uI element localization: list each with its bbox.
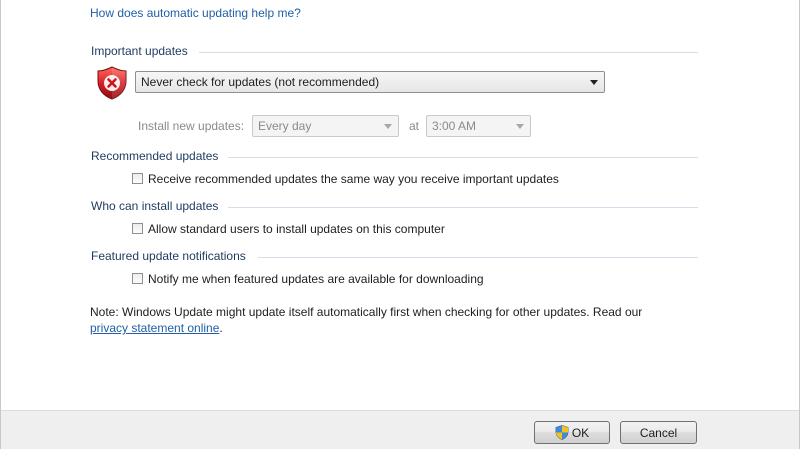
privacy-statement-link[interactable]: privacy statement online [90, 321, 219, 335]
windows-update-settings-window: How does automatic updating help me? Imp… [0, 0, 800, 449]
install-day-value: Every day [258, 119, 312, 133]
group-divider [228, 157, 698, 158]
install-day-dropdown[interactable]: Every day [252, 115, 399, 137]
note-suffix: . [219, 321, 223, 335]
recommended-updates-checkbox[interactable] [132, 173, 143, 184]
help-link[interactable]: How does automatic updating help me? [90, 6, 301, 20]
chevron-down-icon [384, 124, 392, 129]
at-label: at [409, 119, 420, 133]
featured-updates-heading: Featured update notifications [91, 249, 246, 263]
privacy-line: privacy statement online. [90, 321, 223, 335]
recommended-updates-label: Receive recommended updates the same way… [148, 172, 559, 186]
cancel-button-label: Cancel [639, 425, 678, 440]
install-time-dropdown[interactable]: 3:00 AM [426, 115, 531, 137]
important-updates-heading: Important updates [91, 44, 188, 58]
update-mode-value: Never check for updates (not recommended… [141, 75, 380, 89]
group-divider [199, 52, 698, 53]
button-bar: OK Cancel [1, 410, 799, 449]
note-text: Note: Windows Update might update itself… [90, 305, 643, 319]
chevron-down-icon [516, 124, 524, 129]
ok-button-label: OK [571, 425, 590, 440]
allow-standard-users-label: Allow standard users to install updates … [148, 222, 445, 236]
ok-button[interactable]: OK [534, 421, 610, 444]
cancel-button[interactable]: Cancel [620, 421, 697, 444]
recommended-updates-heading: Recommended updates [91, 149, 219, 163]
group-divider [228, 207, 698, 208]
uac-shield-icon [555, 425, 569, 440]
shield-error-icon [96, 65, 128, 101]
chevron-down-icon [590, 80, 598, 85]
featured-notify-checkbox[interactable] [132, 273, 143, 284]
group-divider [258, 257, 698, 258]
install-new-updates-label: Install new updates: [138, 119, 245, 133]
who-can-install-heading: Who can install updates [91, 199, 219, 213]
update-mode-dropdown[interactable]: Never check for updates (not recommended… [135, 71, 605, 93]
allow-standard-users-checkbox[interactable] [132, 223, 143, 234]
featured-notify-label: Notify me when featured updates are avai… [148, 272, 484, 286]
install-time-value: 3:00 AM [432, 119, 477, 133]
